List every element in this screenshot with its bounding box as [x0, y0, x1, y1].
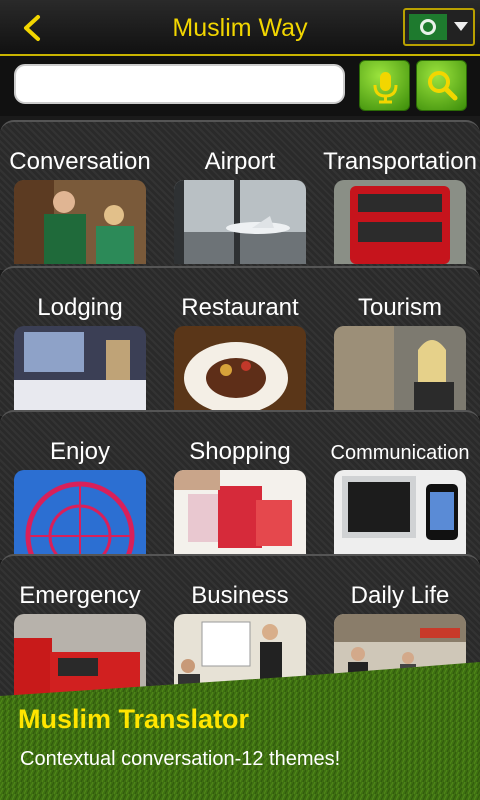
- dropdown-arrow-icon: [454, 22, 468, 31]
- tourism-thumbnail: [334, 326, 466, 410]
- language-selector[interactable]: [403, 8, 475, 46]
- search-bar: [0, 56, 480, 116]
- theme-label: Restaurant: [181, 294, 299, 321]
- promo-banner[interactable]: Muslim Translator Contextual conversatio…: [0, 662, 480, 800]
- theme-label: Conversation: [9, 148, 151, 175]
- theme-label: Emergency: [19, 582, 141, 609]
- theme-tile-shopping[interactable]: Shopping: [160, 410, 320, 556]
- theme-tile-enjoy[interactable]: Enjoy: [0, 410, 160, 556]
- lodging-thumbnail: [14, 326, 146, 410]
- theme-tile-restaurant[interactable]: Restaurant: [160, 266, 320, 412]
- theme-tile-lodging[interactable]: Lodging: [0, 266, 160, 412]
- theme-tile-tourism[interactable]: Tourism: [320, 266, 480, 412]
- theme-label: Lodging: [37, 294, 123, 321]
- theme-grid: Conversation Airport Transportation Lodg…: [0, 120, 480, 720]
- airport-thumbnail: [174, 180, 306, 264]
- theme-tile-communication[interactable]: Communication: [320, 410, 480, 556]
- conversation-thumbnail: [14, 180, 146, 264]
- theme-label: Daily Life: [350, 582, 450, 609]
- theme-label: Tourism: [357, 294, 442, 321]
- search-icon: [428, 71, 458, 101]
- theme-label: Transportation: [323, 148, 477, 175]
- theme-label: Business: [191, 582, 289, 609]
- theme-label: Airport: [204, 148, 276, 175]
- banner-subtitle: Contextual conversation-12 themes!: [20, 748, 341, 770]
- search-input[interactable]: [14, 64, 345, 104]
- search-button[interactable]: [416, 60, 467, 111]
- theme-tile-airport[interactable]: Airport: [160, 120, 320, 266]
- theme-label: Communication: [330, 442, 470, 464]
- theme-tile-conversation[interactable]: Conversation: [0, 120, 160, 266]
- microphone-button[interactable]: [359, 60, 410, 111]
- theme-label: Shopping: [189, 438, 291, 465]
- restaurant-thumbnail: [174, 326, 306, 410]
- communication-thumbnail: [334, 470, 466, 554]
- app-header: Muslim Way: [0, 0, 480, 56]
- microphone-icon: [373, 72, 398, 104]
- enjoy-thumbnail: [14, 470, 146, 554]
- shopping-thumbnail: [174, 470, 306, 554]
- theme-label: Enjoy: [49, 438, 111, 465]
- transportation-thumbnail: [334, 180, 466, 264]
- banner-title: Muslim Translator: [18, 704, 250, 734]
- theme-tile-transportation[interactable]: Transportation: [320, 120, 480, 266]
- flag-icon: [409, 14, 447, 40]
